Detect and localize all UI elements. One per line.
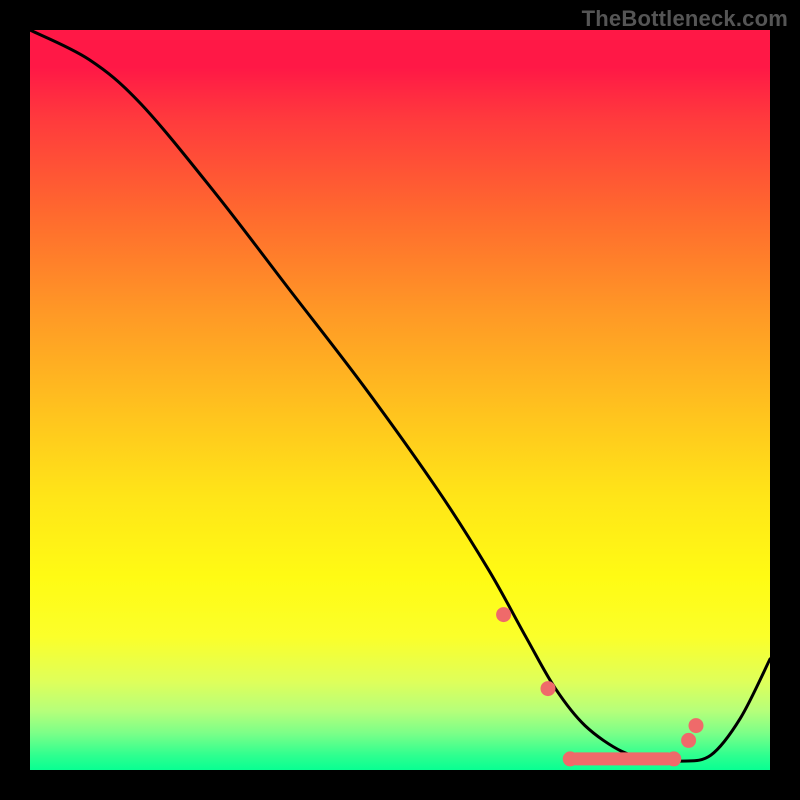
plot-area (30, 30, 770, 770)
curve-svg (30, 30, 770, 770)
marker-dot (689, 719, 703, 733)
marker-dot (497, 608, 511, 622)
chart-frame: TheBottleneck.com (0, 0, 800, 800)
marker-group (497, 608, 703, 766)
marker-dot (667, 752, 681, 766)
marker-dot (563, 752, 577, 766)
marker-dot (682, 733, 696, 747)
marker-optimal-range (570, 753, 674, 765)
bottleneck-curve (30, 30, 770, 761)
marker-dot (541, 682, 555, 696)
watermark-text: TheBottleneck.com (582, 6, 788, 32)
